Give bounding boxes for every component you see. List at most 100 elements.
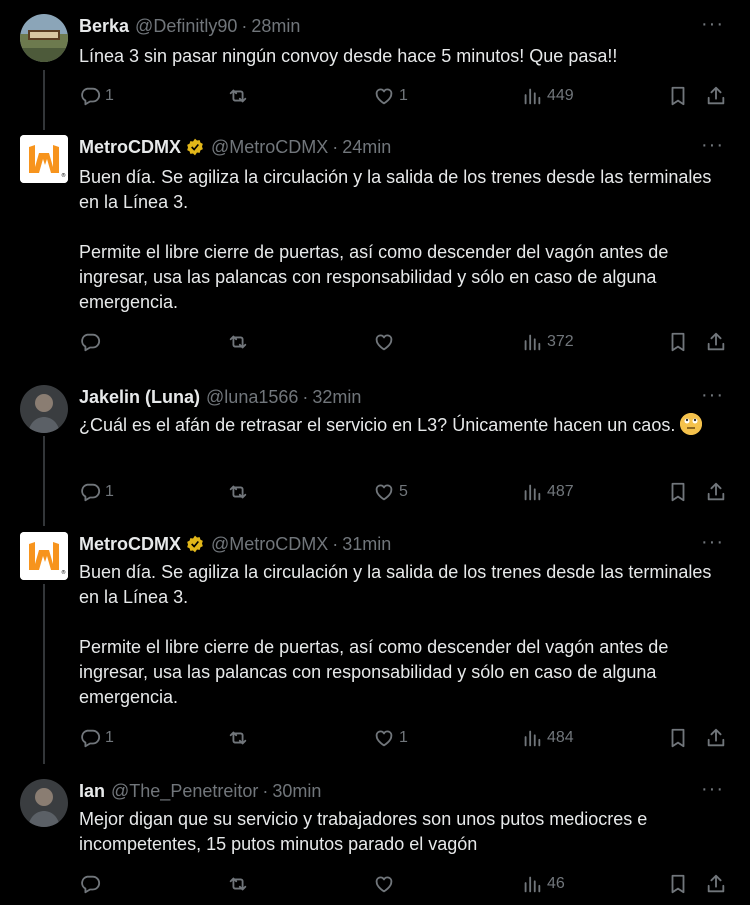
share-button[interactable] — [705, 726, 727, 750]
reply-button[interactable]: 1 — [79, 726, 114, 750]
display-name[interactable]: Berka — [79, 14, 129, 38]
avatar[interactable] — [20, 385, 68, 433]
separator: · — [262, 781, 269, 801]
views-button[interactable]: 484 — [521, 726, 574, 750]
tweet-actions: 372 — [79, 330, 729, 354]
reply-button-count: 1 — [105, 483, 114, 500]
tweet-text-content: Buen día. Se agiliza la circulación y la… — [79, 167, 712, 312]
tweet[interactable]: Ian @The_Penetreitor · 30min ··· Mejor digan … — [0, 779, 750, 899]
like-button[interactable]: 1 — [373, 726, 408, 750]
reply-button[interactable]: 1 — [79, 480, 114, 504]
reply-icon — [79, 481, 101, 503]
display-name[interactable]: Ian — [79, 779, 105, 803]
retweet-button[interactable] — [227, 84, 253, 108]
tweet[interactable]: Jakelin (Luna) @luna1566 · 32min ··· ¿Cuál es… — [0, 385, 750, 505]
bookmark-icon — [667, 331, 689, 353]
user-handle[interactable]: @luna1566 — [206, 385, 298, 409]
bookmark-icon — [667, 481, 689, 503]
tweet-text-content: Buen día. Se agiliza la circulación y la… — [79, 562, 712, 707]
retweet-icon — [227, 331, 249, 353]
avatar[interactable] — [20, 779, 68, 827]
reply-icon — [79, 727, 101, 749]
share-button[interactable] — [705, 872, 727, 896]
tweet-header: Jakelin (Luna) @luna1566 · 32min — [79, 385, 361, 409]
views-button[interactable]: 372 — [521, 330, 574, 354]
user-handle[interactable]: @Definitly90 — [135, 14, 237, 38]
tweet-text-content: ¿Cuál es el afán de retrasar el servicio… — [79, 415, 676, 435]
tweet-header: Berka @Definitly90 · 28min — [79, 14, 300, 38]
retweet-icon — [227, 481, 249, 503]
separator: · — [241, 16, 248, 36]
share-button[interactable] — [705, 330, 727, 354]
tweet-text: Buen día. Se agiliza la circulación y la… — [79, 165, 719, 315]
user-handle[interactable]: @MetroCDMX — [211, 532, 328, 556]
reply-button[interactable] — [79, 330, 105, 354]
svg-text:®: ® — [61, 569, 66, 576]
like-button[interactable]: 5 — [373, 480, 408, 504]
views-button-count: 484 — [547, 729, 574, 746]
views-button-count: 46 — [547, 875, 565, 892]
tweet-text: ¿Cuál es el afán de retrasar el servicio… — [79, 413, 719, 438]
retweet-button[interactable] — [227, 726, 253, 750]
more-options-icon[interactable]: ··· — [701, 532, 724, 552]
reply-button[interactable]: 1 — [79, 84, 114, 108]
like-button[interactable] — [373, 872, 399, 896]
timestamp[interactable]: 30min — [272, 779, 321, 803]
rolling-eyes-emoji-icon — [680, 413, 703, 435]
more-options-icon[interactable]: ··· — [701, 779, 724, 799]
avatar[interactable] — [20, 14, 68, 62]
bookmark-button[interactable] — [667, 84, 689, 108]
tweet-header: MetroCDMX @MetroCDMX · 31min — [79, 532, 391, 556]
display-name[interactable]: MetroCDMX — [79, 135, 181, 159]
more-options-icon[interactable]: ··· — [701, 385, 724, 405]
retweet-button[interactable] — [227, 872, 253, 896]
user-handle[interactable]: @MetroCDMX — [211, 135, 328, 159]
tweet[interactable]: ® MetroCDMX @MetroCDMX · 31min ··· Buen día. S… — [0, 532, 750, 757]
timestamp[interactable]: 31min — [342, 532, 391, 556]
tweet-actions: 1 1 449 — [79, 84, 729, 108]
share-icon — [705, 331, 727, 353]
like-button[interactable]: 1 — [373, 84, 408, 108]
share-icon — [705, 727, 727, 749]
tweet-actions: 1 1 484 — [79, 726, 729, 750]
views-icon — [521, 727, 543, 749]
share-icon — [705, 481, 727, 503]
avatar[interactable]: ® — [20, 135, 68, 183]
reply-button[interactable] — [79, 872, 105, 896]
share-button[interactable] — [705, 480, 727, 504]
tweet-header: MetroCDMX @MetroCDMX · 24min — [79, 135, 391, 159]
retweet-icon — [227, 873, 249, 895]
bookmark-button[interactable] — [667, 726, 689, 750]
tweet-text-content: Línea 3 sin pasar ningún convoy desde ha… — [79, 46, 618, 66]
display-name[interactable]: MetroCDMX — [79, 532, 181, 556]
views-button-count: 372 — [547, 333, 574, 350]
like-button-count: 1 — [399, 729, 408, 746]
more-options-icon[interactable]: ··· — [701, 135, 724, 155]
views-button[interactable]: 449 — [521, 84, 574, 108]
user-handle[interactable]: @The_Penetreitor — [111, 779, 258, 803]
more-options-icon[interactable]: ··· — [701, 14, 724, 34]
retweet-button[interactable] — [227, 480, 253, 504]
avatar[interactable]: ® — [20, 532, 68, 580]
views-button[interactable]: 487 — [521, 480, 574, 504]
timestamp[interactable]: 28min — [251, 14, 300, 38]
tweet-actions: 1 5 487 — [79, 480, 729, 504]
bookmark-icon — [667, 873, 689, 895]
retweet-button[interactable] — [227, 330, 253, 354]
tweet[interactable]: ® MetroCDMX @MetroCDMX · 24min ··· Buen día. S… — [0, 135, 750, 360]
tweet[interactable]: Berka @Definitly90 · 28min ··· Línea 3 sin pa… — [0, 14, 750, 124]
share-button[interactable] — [705, 84, 727, 108]
bookmark-button[interactable] — [667, 330, 689, 354]
views-button[interactable]: 46 — [521, 872, 565, 896]
verified-badge-icon — [185, 137, 205, 157]
timestamp[interactable]: 24min — [342, 135, 391, 159]
like-icon — [373, 481, 395, 503]
like-button[interactable] — [373, 330, 399, 354]
display-name[interactable]: Jakelin (Luna) — [79, 385, 200, 409]
bookmark-button[interactable] — [667, 480, 689, 504]
like-icon — [373, 85, 395, 107]
like-icon — [373, 331, 395, 353]
timestamp[interactable]: 32min — [312, 385, 361, 409]
bookmark-button[interactable] — [667, 872, 689, 896]
tweet-actions: 46 — [79, 872, 729, 896]
